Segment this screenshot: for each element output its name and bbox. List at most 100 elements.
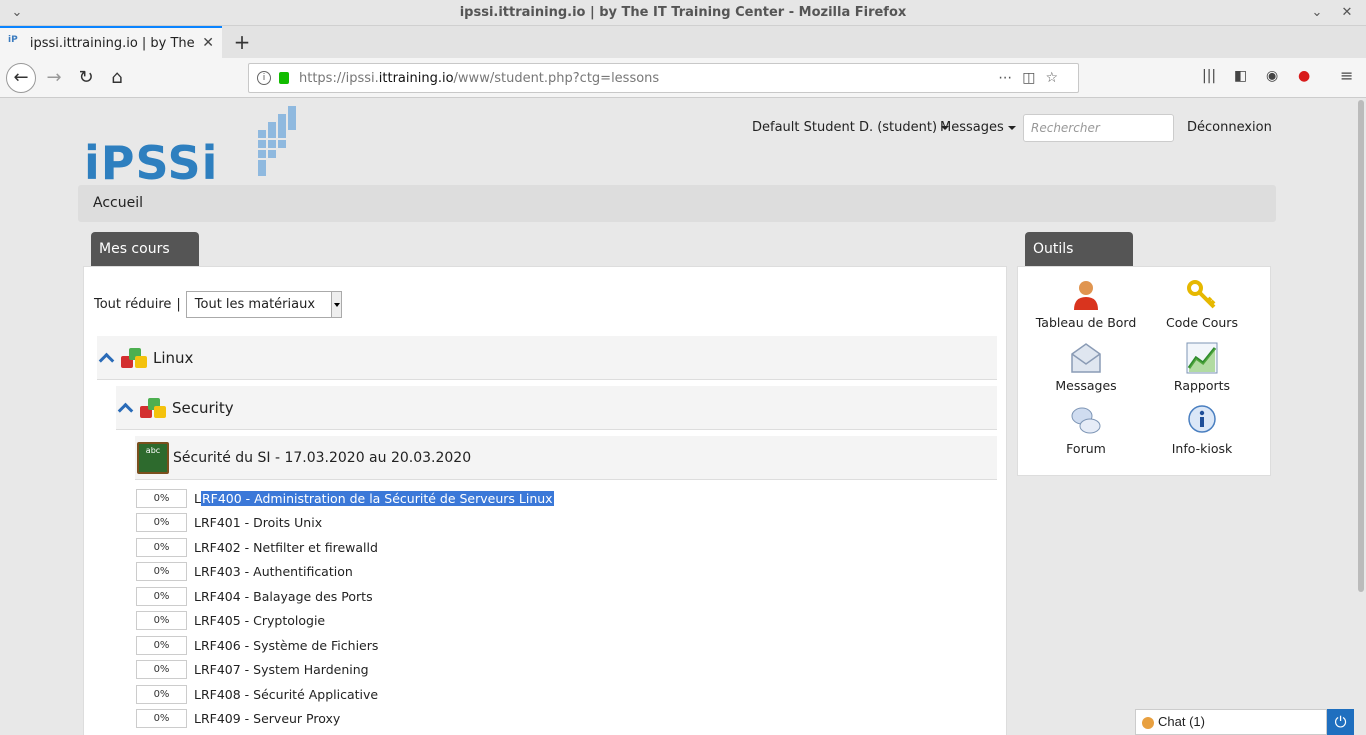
tool-forum[interactable]: Forum [1026, 405, 1146, 456]
category-row-security[interactable]: Security [116, 386, 997, 430]
page-actions: ⋯◫☆ [998, 64, 1068, 92]
extension-icon[interactable]: ● [1298, 68, 1310, 84]
lesson-row[interactable]: 0% LRF401 - Droits Unix [136, 511, 996, 536]
cubes-icon [119, 346, 149, 370]
scrollbar-thumb[interactable] [1358, 100, 1364, 592]
bookmark-star-icon[interactable]: ☆ [1045, 70, 1068, 86]
home-icon[interactable]: ⌂ [103, 64, 131, 92]
progress-box: 0% [136, 684, 187, 704]
window-titlebar: ⌄ ipssi.ittraining.io | by The IT Traini… [0, 0, 1366, 26]
back-arrow-icon[interactable]: ← [6, 63, 36, 93]
lesson-link[interactable]: LRF402 - Netfilter et firewalld [194, 540, 378, 555]
search-input[interactable] [1023, 114, 1174, 142]
lesson-link[interactable]: LRF404 - Balayage des Ports [194, 589, 373, 604]
messages-menu[interactable]: Messages [940, 120, 1016, 135]
lesson-row[interactable]: 0% LRF408 - Sécurité Applicative [136, 682, 996, 707]
course-title: Sécurité du SI - 17.03.2020 au 20.03.202… [173, 449, 472, 466]
lesson-row[interactable]: 0% LRF404 - Balayage des Ports [136, 584, 996, 609]
tool-reports[interactable]: Rapports [1142, 342, 1262, 393]
lesson-row[interactable]: 0% LRF403 - Authentification [136, 560, 996, 585]
close-window-icon[interactable]: ✕ [1332, 0, 1362, 26]
pocket-icon[interactable]: ◫ [1022, 70, 1045, 86]
library-icon[interactable]: ||| [1202, 68, 1216, 84]
cubes-icon [138, 396, 168, 420]
progress-box: 0% [136, 586, 187, 606]
chevron-up-icon[interactable] [118, 403, 134, 413]
chevron-down-icon [1007, 125, 1016, 130]
my-courses-tab: Mes cours [91, 232, 199, 266]
chat-bar[interactable]: Chat (1) [1135, 709, 1327, 735]
url-text: https://ipssi.ittraining.io/www/student.… [299, 70, 660, 86]
breadcrumb-home[interactable]: Accueil [93, 195, 143, 211]
progress-box: 0% [136, 562, 187, 582]
chat-power-button[interactable]: ⏻ [1327, 709, 1354, 735]
lesson-row[interactable]: 0% LRF407 - System Hardening [136, 658, 996, 683]
browser-tab-active[interactable]: iP ipssi.ittraining.io | by The IT Train… [0, 26, 222, 58]
speech-bubbles-icon [1070, 405, 1102, 437]
site-favicon-icon: iP [8, 35, 18, 45]
tab-close-icon[interactable]: ✕ [202, 35, 214, 51]
sidebar-icon[interactable]: ◧ [1234, 68, 1247, 84]
tool-messages[interactable]: Messages [1026, 342, 1146, 393]
tool-info-kiosk[interactable]: Info-kiosk [1142, 405, 1262, 456]
page-scrollbar[interactable] [1356, 98, 1366, 735]
category-label: Security [172, 398, 234, 417]
collapse-all-link[interactable]: Tout réduire [94, 297, 171, 312]
lesson-row[interactable]: 0% LRF402 - Netfilter et firewalld [136, 535, 996, 560]
progress-box: 0% [136, 709, 187, 729]
window-title: ipssi.ittraining.io | by The IT Training… [459, 5, 907, 20]
lesson-link[interactable]: LRF409 - Serveur Proxy [194, 711, 340, 726]
new-tab-icon[interactable]: + [230, 28, 254, 56]
lesson-link[interactable]: LRF407 - System Hardening [194, 662, 369, 677]
logout-link[interactable]: Déconnexion [1187, 120, 1272, 135]
courses-panel: Tout réduire | Tout les matériaux Linux [83, 266, 1007, 735]
lesson-link[interactable]: LRF401 - Droits Unix [194, 515, 322, 530]
lesson-link[interactable]: LRF405 - Cryptologie [194, 613, 325, 628]
navigation-toolbar: ← → ↻ ⌂ i https://ipssi.ittraining.io/ww… [0, 58, 1366, 98]
category-label: Linux [153, 348, 194, 367]
tool-dashboard[interactable]: Tableau de Bord [1026, 279, 1146, 330]
url-bar[interactable]: i https://ipssi.ittraining.io/www/studen… [248, 63, 1079, 93]
tools-tab: Outils [1025, 232, 1133, 266]
account-icon[interactable]: ◉ [1266, 68, 1278, 84]
page-content: iPSSi Default Student D. (student) Messa… [0, 98, 1356, 735]
minimize-icon[interactable]: ⌄ [1302, 0, 1332, 26]
ipssi-logo[interactable]: iPSSi [84, 106, 300, 190]
lesson-link[interactable]: LRF403 - Authentification [194, 564, 353, 579]
tool-course-code[interactable]: Code Cours [1142, 279, 1262, 330]
progress-box: 0% [136, 537, 187, 557]
power-icon: ⏻ [1334, 713, 1347, 731]
chat-user-icon [1142, 716, 1154, 729]
lesson-row[interactable]: 0% LRF406 - Système de Fichiers [136, 633, 996, 658]
user-menu[interactable]: Default Student D. (student) [752, 120, 950, 135]
user-icon [1070, 279, 1102, 311]
window-menu-icon[interactable]: ⌄ [2, 0, 32, 26]
lesson-row[interactable]: 0% LRF405 - Cryptologie [136, 609, 996, 634]
chart-icon [1186, 342, 1218, 374]
hamburger-menu-icon[interactable]: ≡ [1340, 66, 1353, 85]
tab-strip: iP ipssi.ittraining.io | by The IT Train… [0, 26, 1366, 58]
course-row[interactable]: abc Sécurité du SI - 17.03.2020 au 20.03… [135, 436, 997, 480]
more-actions-icon[interactable]: ⋯ [998, 70, 1022, 86]
envelope-icon [1070, 342, 1102, 374]
progress-box: 0% [136, 611, 187, 631]
lesson-link[interactable]: LRF408 - Sécurité Applicative [194, 687, 378, 702]
lesson-row[interactable]: 0% LRF409 - Serveur Proxy [136, 707, 996, 732]
lesson-row[interactable]: 0% LRF400 - Administration de la Sécurit… [136, 486, 996, 511]
progress-box: 0% [136, 660, 187, 680]
chevron-up-icon[interactable] [99, 353, 115, 363]
lesson-list: 0% LRF400 - Administration de la Sécurit… [136, 486, 996, 731]
lesson-link[interactable]: LRF406 - Système de Fichiers [194, 638, 378, 653]
reload-icon[interactable]: ↻ [72, 64, 100, 92]
category-row-linux[interactable]: Linux [97, 336, 997, 380]
progress-box: 0% [136, 513, 187, 533]
chalkboard-icon: abc [137, 441, 169, 474]
select-arrow-icon [330, 292, 341, 317]
tab-title: ipssi.ittraining.io | by The IT Training… [29, 35, 198, 51]
lesson-link[interactable]: LRF400 - Administration de la Sécurité d… [194, 490, 554, 506]
materials-select[interactable]: Tout les matériaux [185, 291, 342, 318]
site-info-icon[interactable]: i [257, 71, 271, 85]
breadcrumb: Accueil [78, 185, 1276, 222]
lock-icon[interactable] [279, 72, 289, 84]
forward-arrow-icon[interactable]: → [40, 64, 68, 92]
